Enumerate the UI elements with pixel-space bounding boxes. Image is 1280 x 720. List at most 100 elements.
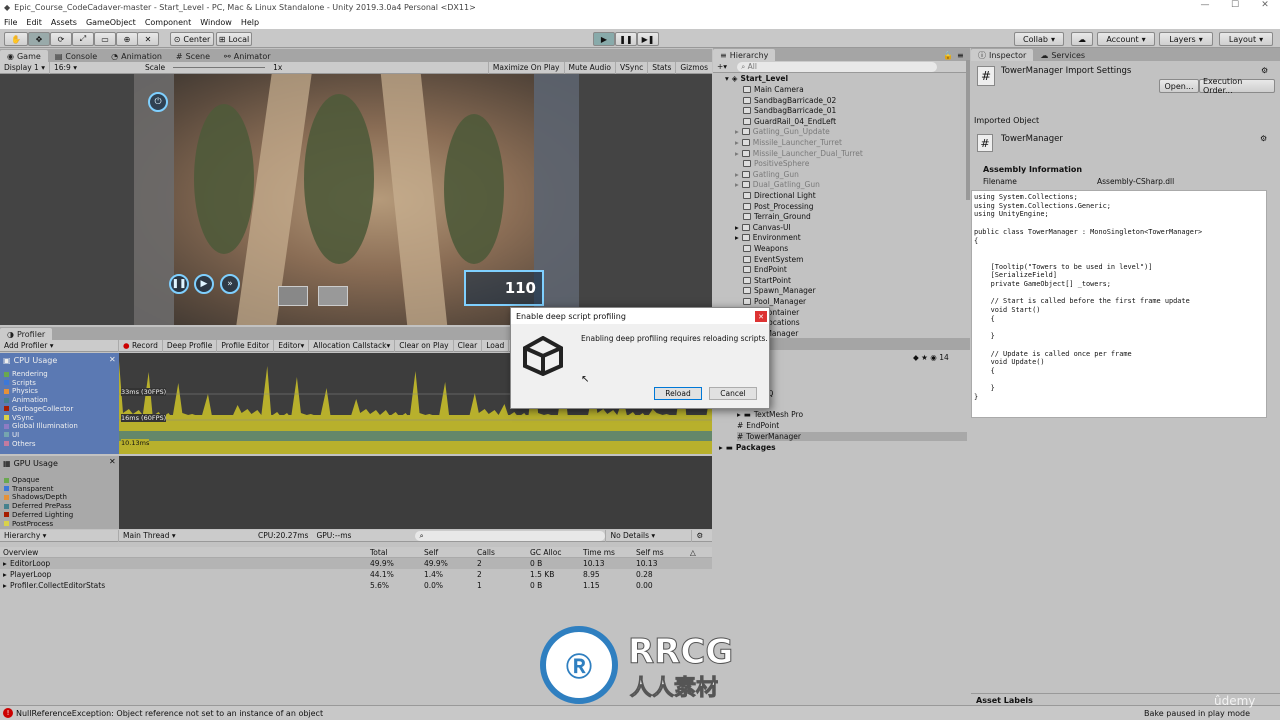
view-dropdown[interactable]: Hierarchy ▾ [0, 530, 118, 542]
hierarchy-item[interactable]: Pool_Manager [743, 297, 806, 306]
mute-audio-toggle[interactable]: Mute Audio [563, 61, 615, 74]
hierarchy-item[interactable]: Post_Processing [743, 202, 814, 211]
tab-game[interactable]: ◉ Game [0, 50, 48, 62]
profiler-row[interactable]: ▸ PlayerLoop 44.1% 1.4% 2 1.5 KB 8.95 0.28 [0, 569, 712, 580]
hierarchy-item[interactable]: EventSystem [743, 255, 803, 264]
col-time-ms[interactable]: Time ms [583, 548, 615, 557]
col-self[interactable]: Self [424, 548, 438, 557]
profiler-row[interactable]: ▸ Profiler.CollectEditorStats 5.6% 0.0% 1 0 B… [0, 580, 712, 591]
hierarchy-item[interactable]: ▸ Canvas-UI [735, 223, 791, 232]
transform-tool-icon[interactable]: ⊕ [116, 32, 138, 46]
expand-arrow-icon[interactable]: ▸ [3, 581, 7, 590]
eye-icon[interactable]: ◉ [930, 353, 937, 362]
cpu-legend-item[interactable]: Others [4, 440, 36, 448]
scene-root[interactable]: ▾ ◈ Start_Level [725, 74, 788, 83]
clear-button[interactable]: Clear [452, 339, 482, 352]
close-gpu-module-icon[interactable]: ✕ [109, 457, 116, 466]
hierarchy-item[interactable]: SandbagBarricade_02 [743, 96, 836, 105]
gpu-legend-item[interactable]: Opaque [4, 476, 39, 484]
project-item[interactable]: ▸ ▬ TextMesh Pro [737, 410, 803, 419]
load-button[interactable]: Load [481, 339, 508, 352]
maximize-on-play-toggle[interactable]: Maximize On Play [487, 61, 564, 74]
play-game-icon[interactable]: ▶ [194, 274, 214, 294]
expand-arrow-icon[interactable]: ▸ [735, 138, 739, 147]
gpu-graph[interactable] [119, 456, 712, 529]
expand-arrow-icon[interactable]: ▸ [719, 443, 723, 452]
add-profiler-dropdown[interactable]: Add Profiler ▾ [0, 340, 118, 352]
hierarchy-item[interactable]: ▸ Environment [735, 233, 801, 242]
pivot-center-button[interactable]: ⊙ Center [170, 32, 214, 46]
tab-services[interactable]: ☁ Services [1033, 49, 1092, 61]
col-total[interactable]: Total [370, 548, 388, 557]
deep-profile-toggle[interactable]: Deep Profile [161, 339, 216, 352]
open-button[interactable]: Open... [1159, 79, 1199, 93]
menu-window[interactable]: Window [200, 18, 232, 27]
hierarchy-item[interactable]: Spawn_Manager [743, 286, 816, 295]
expand-arrow-icon[interactable]: ▸ [735, 149, 739, 158]
gpu-legend-item[interactable]: Transparent [4, 485, 53, 493]
reload-button[interactable]: Reload [654, 387, 702, 400]
display-dropdown[interactable]: Display 1 ▾ [0, 62, 49, 74]
cpu-legend-item[interactable]: GarbageCollector [4, 405, 73, 413]
rotate-tool-icon[interactable]: ⟳ [50, 32, 72, 46]
expand-arrow-icon[interactable]: ▸ [735, 233, 739, 242]
close-cpu-module-icon[interactable]: ✕ [109, 355, 116, 364]
dialog-close-icon[interactable]: ✕ [755, 311, 767, 322]
cpu-module[interactable]: ▣ CPU Usage Rendering Scripts Physics Animat… [0, 353, 119, 454]
hierarchy-item[interactable]: ▸ Gatling_Gun [735, 170, 799, 179]
tower-slot-1-icon[interactable] [278, 286, 308, 306]
gpu-module[interactable]: ▦ GPU Usage Opaque Transparent Shadows/Dept… [0, 456, 119, 529]
menu-assets[interactable]: Assets [51, 18, 77, 27]
hierarchy-item[interactable]: GuardRail_04_EndLeft [743, 117, 836, 126]
rect-tool-icon[interactable]: ▭ [94, 32, 116, 46]
gear-icon[interactable]: ⚙ [1261, 66, 1268, 75]
step-button[interactable]: ▶❚ [637, 32, 659, 46]
layers-dropdown[interactable]: Layers ▾ [1159, 32, 1213, 46]
project-item[interactable]: # TowerManager [737, 432, 967, 441]
expand-arrow-icon[interactable]: ▸ [735, 223, 739, 232]
tower-slot-2-icon[interactable] [318, 286, 348, 306]
col-gc-alloc[interactable]: GC Alloc [530, 548, 561, 557]
profiler-row[interactable]: ▸ EditorLoop 49.9% 49.9% 2 0 B 10.13 10.13 [0, 558, 712, 569]
scale-tool-icon[interactable]: ⤢ [72, 32, 94, 46]
expand-arrow-icon[interactable]: ▸ [735, 170, 739, 179]
expand-arrow-icon[interactable]: ▸ [735, 180, 739, 189]
hierarchy-item[interactable]: Directional Light [743, 191, 816, 200]
stats-toggle[interactable]: Stats [647, 61, 675, 74]
close-window-button[interactable]: ✕ [1250, 0, 1280, 15]
hierarchy-scrollbar[interactable] [966, 60, 970, 200]
details-dropdown[interactable]: No Details ▾ [605, 529, 691, 542]
custom-tool-icon[interactable]: ✕ [137, 32, 159, 46]
gizmos-toggle[interactable]: Gizmos [675, 61, 712, 74]
tab-animator[interactable]: ⚯ Animator [217, 50, 277, 62]
create-dropdown[interactable]: +▾ [713, 61, 731, 73]
cpu-legend-item[interactable]: VSync [4, 414, 34, 422]
tab-inspector[interactable]: ⓘ Inspector [971, 49, 1034, 61]
hierarchy-item[interactable]: Main Camera [743, 85, 804, 94]
tab-profiler[interactable]: ◑ Profiler [0, 328, 53, 340]
aspect-dropdown[interactable]: 16:9 ▾ [48, 61, 81, 74]
menu-edit[interactable]: Edit [26, 18, 42, 27]
game-render[interactable]: ⏻ ❚❚ ▶ » 110 [134, 74, 579, 325]
collab-dropdown[interactable]: Collab ▾ [1014, 32, 1064, 46]
expand-arrow-icon[interactable]: ▸ [3, 570, 7, 579]
layout-dropdown[interactable]: Layout ▾ [1219, 32, 1273, 46]
tag-icon[interactable]: ◆ [913, 353, 919, 362]
status-bar[interactable]: ! NullReferenceException: Object referen… [0, 705, 1280, 720]
expand-arrow-icon[interactable]: ▸ [3, 559, 7, 568]
thread-dropdown[interactable]: Main Thread ▾ [118, 529, 204, 542]
expand-arrow-icon[interactable]: ▸ [735, 127, 739, 136]
play-button[interactable]: ▶ [593, 32, 615, 46]
cpu-legend-item[interactable]: Animation [4, 396, 48, 404]
scale-slider[interactable] [169, 62, 269, 74]
maximize-button[interactable]: ☐ [1220, 0, 1250, 15]
record-toggle[interactable]: ● Record [118, 339, 162, 352]
tab-scene[interactable]: # Scene [169, 50, 217, 62]
move-tool-icon[interactable]: ✥ [28, 32, 50, 46]
pivot-local-button[interactable]: ⊞ Local [216, 32, 252, 46]
cpu-legend-item[interactable]: Physics [4, 387, 38, 395]
lock-icon[interactable]: 🔒 [943, 51, 953, 60]
cpu-legend-item[interactable]: UI [4, 431, 19, 439]
hierarchy-item[interactable]: SandbagBarricade_01 [743, 106, 836, 115]
allocation-callstack-dropdown[interactable]: Allocation Callstack ▾ [308, 339, 394, 352]
